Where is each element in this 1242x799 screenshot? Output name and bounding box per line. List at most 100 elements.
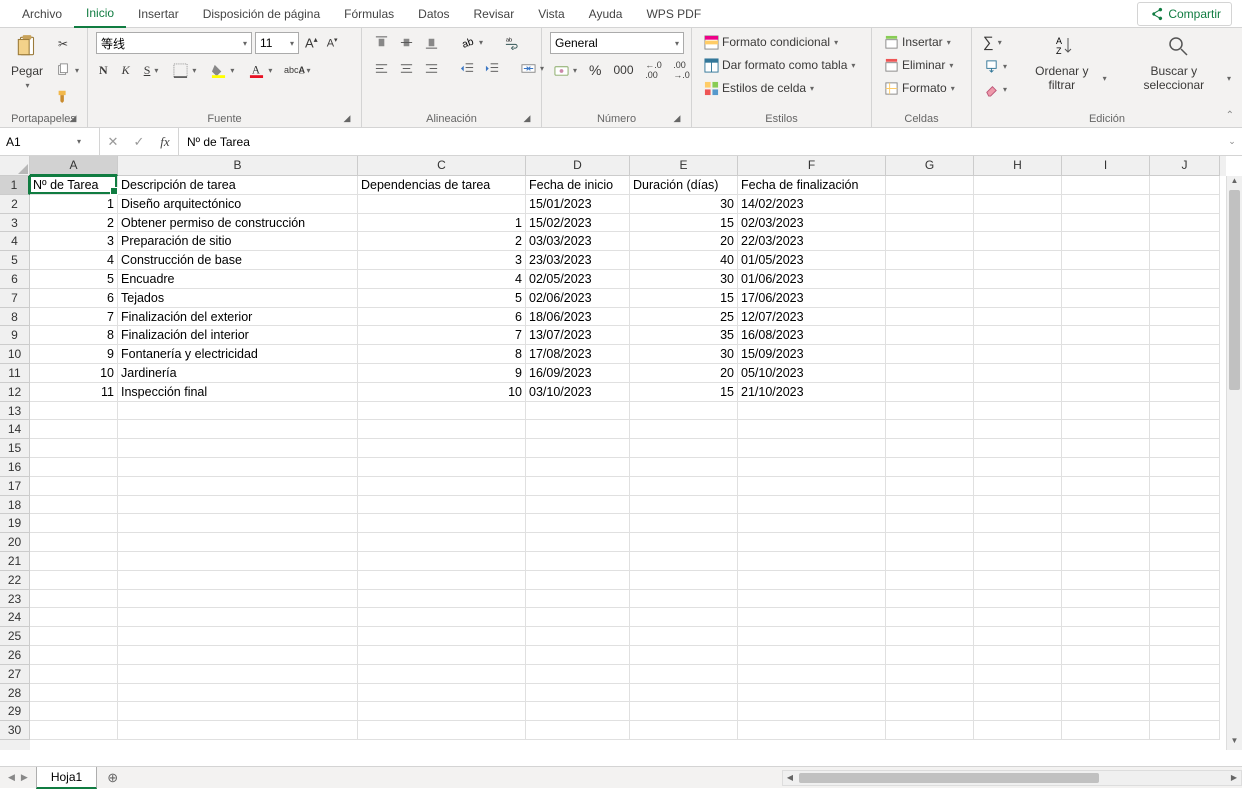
cell[interactable]: 14/02/2023 — [738, 195, 886, 214]
cell[interactable]: 22/03/2023 — [738, 232, 886, 251]
cell[interactable] — [738, 514, 886, 533]
scroll-up-button[interactable]: ▲ — [1227, 176, 1242, 190]
cell[interactable] — [526, 646, 630, 665]
row-header[interactable]: 24 — [0, 608, 30, 627]
cell[interactable] — [1150, 590, 1220, 609]
cell[interactable] — [1150, 402, 1220, 421]
cell[interactable] — [1062, 496, 1150, 515]
cell[interactable] — [886, 496, 974, 515]
column-headers[interactable]: ABCDEFGHIJ — [30, 156, 1226, 176]
column-header[interactable]: D — [526, 156, 630, 176]
row-header[interactable]: 22 — [0, 571, 30, 590]
cell[interactable]: 8 — [358, 345, 526, 364]
cell[interactable] — [1062, 364, 1150, 383]
column-header[interactable]: I — [1062, 156, 1150, 176]
borders-button[interactable]: ▾ — [169, 60, 199, 80]
column-header[interactable]: B — [118, 156, 358, 176]
sheet-tab-active[interactable]: Hoja1 — [36, 767, 97, 789]
cell[interactable] — [738, 552, 886, 571]
row-header[interactable]: 13 — [0, 402, 30, 421]
font-dialog-launcher[interactable]: ◢ — [341, 113, 353, 125]
cell[interactable] — [886, 458, 974, 477]
cell[interactable] — [886, 702, 974, 721]
cell-styles-button[interactable]: Estilos de celda▾ — [700, 78, 817, 98]
cell[interactable] — [1150, 477, 1220, 496]
cell[interactable]: Obtener permiso de construcción — [118, 214, 358, 233]
cell[interactable] — [30, 702, 118, 721]
cell[interactable]: 17/08/2023 — [526, 345, 630, 364]
cell[interactable] — [358, 721, 526, 740]
cell[interactable] — [118, 721, 358, 740]
vertical-scroll-thumb[interactable] — [1229, 190, 1240, 390]
cell[interactable]: 25 — [630, 308, 738, 327]
increase-decimal-button[interactable]: ←.0.00 — [643, 60, 665, 80]
cell[interactable]: Fecha de inicio — [526, 176, 630, 195]
cell[interactable] — [1062, 627, 1150, 646]
tab-page-layout[interactable]: Disposición de página — [191, 1, 332, 27]
cell[interactable] — [974, 439, 1062, 458]
cell[interactable] — [526, 458, 630, 477]
cell[interactable] — [1062, 458, 1150, 477]
row-header[interactable]: 19 — [0, 514, 30, 533]
cell[interactable] — [526, 496, 630, 515]
row-header[interactable]: 15 — [0, 439, 30, 458]
cell[interactable] — [358, 195, 526, 214]
cell[interactable] — [30, 439, 118, 458]
cell[interactable]: 17/06/2023 — [738, 289, 886, 308]
align-center-button[interactable] — [395, 58, 417, 78]
cell[interactable] — [1062, 665, 1150, 684]
cell[interactable] — [30, 627, 118, 646]
cell[interactable] — [1062, 176, 1150, 195]
cell[interactable] — [30, 533, 118, 552]
sort-filter-button[interactable]: Ordenar y filtrar▾ — [1022, 62, 1110, 94]
accept-formula-button[interactable]: ✓ — [126, 134, 152, 150]
cell[interactable] — [1062, 232, 1150, 251]
cell[interactable] — [974, 214, 1062, 233]
cell[interactable] — [738, 533, 886, 552]
row-header[interactable]: 17 — [0, 477, 30, 496]
cell[interactable] — [358, 665, 526, 684]
cell[interactable] — [1150, 496, 1220, 515]
cell[interactable]: Tejados — [118, 289, 358, 308]
increase-font-button[interactable]: A▴ — [302, 33, 321, 52]
cell[interactable] — [526, 684, 630, 703]
cell[interactable] — [1150, 420, 1220, 439]
cell[interactable] — [886, 477, 974, 496]
format-as-table-button[interactable]: Dar formato como tabla▾ — [700, 55, 858, 75]
name-box[interactable]: ▾ — [0, 128, 100, 155]
cell[interactable] — [886, 270, 974, 289]
cell[interactable] — [974, 608, 1062, 627]
cell[interactable] — [886, 326, 974, 345]
cell[interactable]: 30 — [630, 270, 738, 289]
cell[interactable] — [974, 552, 1062, 571]
cell[interactable]: Nº de Tarea — [30, 176, 118, 195]
cells-area[interactable]: Nº de TareaDescripción de tareaDependenc… — [30, 176, 1226, 750]
cell[interactable] — [974, 702, 1062, 721]
cell[interactable]: 40 — [630, 251, 738, 270]
cell[interactable] — [358, 627, 526, 646]
cell[interactable] — [886, 721, 974, 740]
cell[interactable] — [738, 721, 886, 740]
cell[interactable] — [630, 514, 738, 533]
cell[interactable] — [738, 420, 886, 439]
cell[interactable] — [1150, 552, 1220, 571]
cell[interactable] — [886, 214, 974, 233]
cell[interactable] — [630, 571, 738, 590]
number-format-select[interactable]: ▾ — [550, 32, 684, 54]
spreadsheet-grid[interactable]: ABCDEFGHIJ 12345678910111213141516171819… — [0, 156, 1242, 766]
cell[interactable] — [358, 646, 526, 665]
cell[interactable]: 23/03/2023 — [526, 251, 630, 270]
font-name-select[interactable]: ▾ — [96, 32, 252, 54]
cell[interactable] — [30, 477, 118, 496]
collapse-ribbon-button[interactable]: ⌃ — [1226, 110, 1234, 121]
cell[interactable] — [886, 571, 974, 590]
cell[interactable]: Inspección final — [118, 383, 358, 402]
cell[interactable] — [1062, 590, 1150, 609]
cell[interactable]: 8 — [30, 326, 118, 345]
tab-view[interactable]: Vista — [526, 1, 576, 27]
cell[interactable] — [1062, 383, 1150, 402]
cell[interactable] — [118, 608, 358, 627]
cell[interactable] — [738, 402, 886, 421]
cell[interactable] — [118, 665, 358, 684]
cell[interactable]: 03/03/2023 — [526, 232, 630, 251]
